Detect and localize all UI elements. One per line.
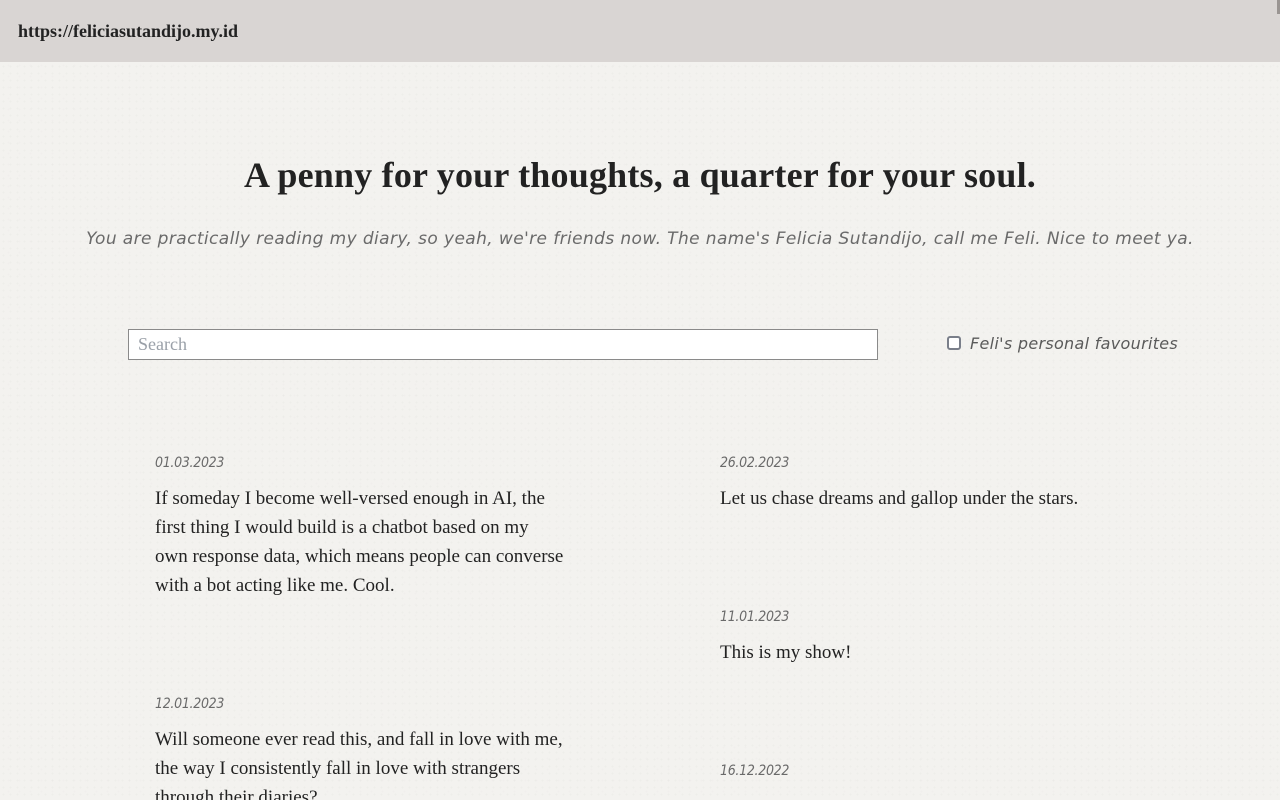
url-bar[interactable]: https://feliciasutandijo.my.id [0, 0, 1280, 62]
entry-text: If someday I become well-versed enough i… [155, 488, 564, 596]
entry-text: This is my show! [720, 642, 852, 663]
entry-text: Let us chase dreams and gallop under the… [720, 488, 1079, 509]
diary-entry[interactable]: 11.01.2023 This is my show! [720, 609, 1140, 667]
entry-text: Will someone ever read this, and fall in… [155, 729, 563, 800]
entry-date: 16.12.2022 [720, 763, 790, 779]
entry-date: 12.01.2023 [155, 696, 225, 712]
page-title: A penny for your thoughts, a quarter for… [244, 155, 1036, 195]
entry-date: 01.03.2023 [155, 455, 225, 471]
diary-entry[interactable]: 12.01.2023 Will someone ever read this, … [155, 696, 565, 800]
favourites-checkbox[interactable] [947, 336, 961, 350]
diary-entry[interactable]: 01.03.2023 If someday I become well-vers… [155, 455, 565, 600]
diary-entry[interactable]: 16.12.2022 [720, 763, 1140, 792]
entry-date: 26.02.2023 [720, 455, 790, 471]
favourites-label: Feli's personal favourites [970, 333, 1179, 353]
entry-date: 11.01.2023 [720, 609, 790, 625]
diary-entry[interactable]: 26.02.2023 Let us chase dreams and gallo… [720, 455, 1140, 513]
page-subtitle: You are practically reading my diary, so… [86, 229, 1194, 249]
favourites-filter[interactable]: Feli's personal favourites [947, 331, 1178, 355]
search-input[interactable] [128, 329, 878, 360]
url-text: https://feliciasutandijo.my.id [18, 20, 239, 41]
